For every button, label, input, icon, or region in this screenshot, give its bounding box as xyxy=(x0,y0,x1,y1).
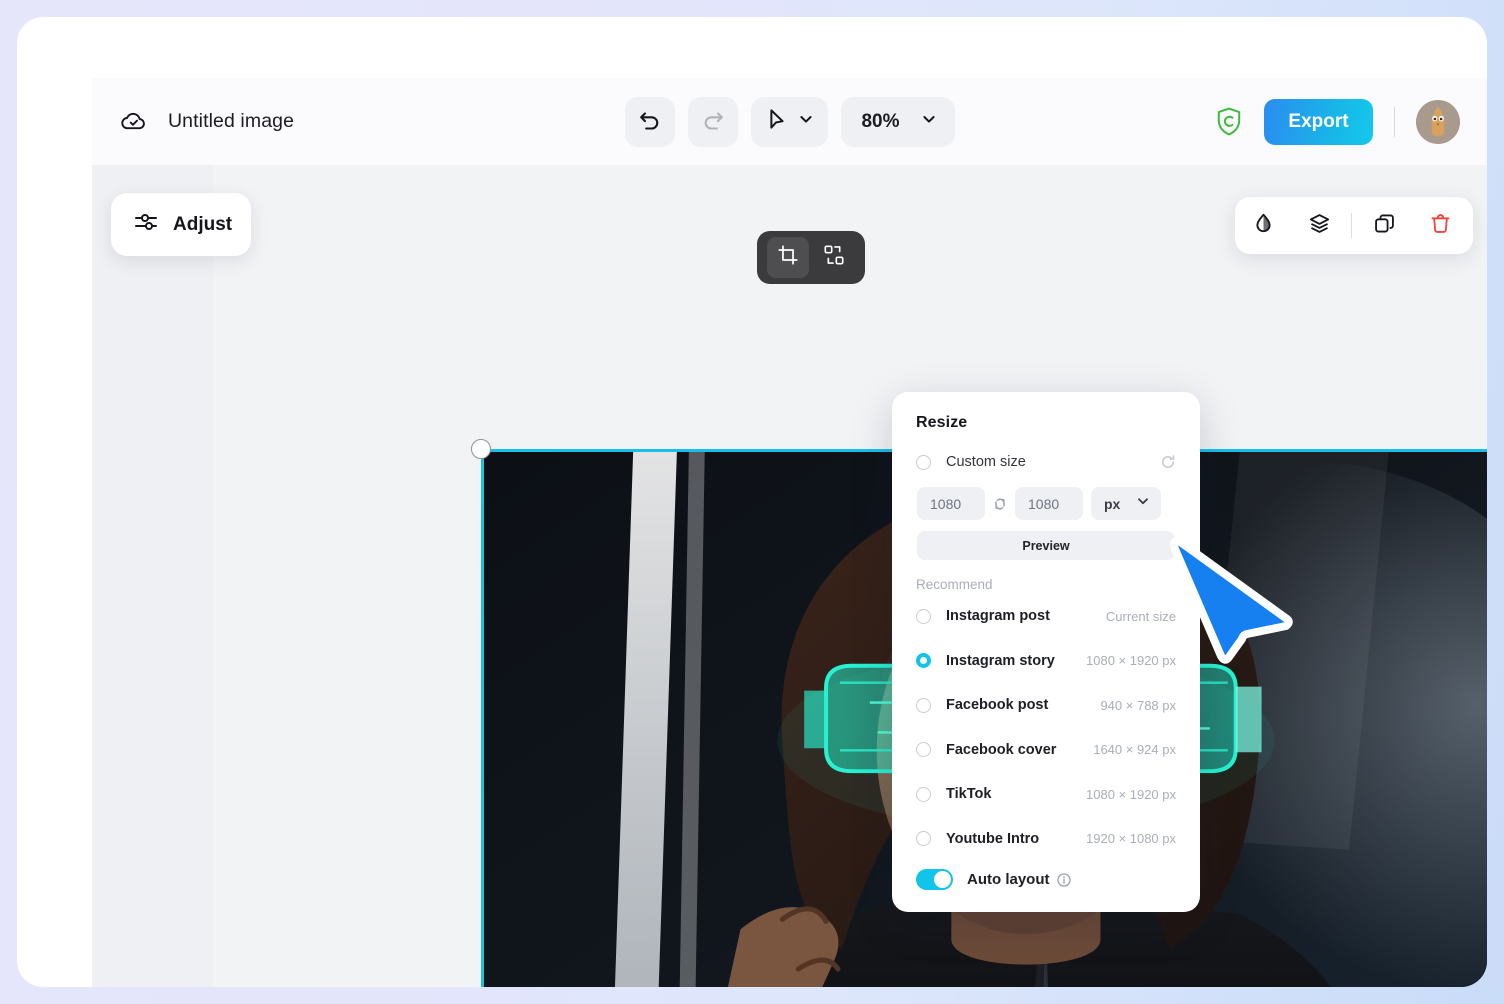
cursor-arrow-icon xyxy=(763,106,789,137)
trash-delete-icon xyxy=(1429,212,1452,240)
pointer-cursor xyxy=(1165,533,1297,665)
delete-button[interactable] xyxy=(1412,197,1468,254)
preset-radio[interactable] xyxy=(916,697,931,713)
reset-icon[interactable] xyxy=(1160,454,1176,470)
height-input[interactable] xyxy=(1015,487,1083,520)
custom-size-radio[interactable] xyxy=(916,454,931,470)
width-input[interactable] xyxy=(917,487,985,520)
unit-dropdown[interactable]: px xyxy=(1091,487,1161,520)
export-button[interactable]: Export xyxy=(1264,98,1373,145)
adjust-button[interactable]: Adjust xyxy=(111,193,251,256)
undo-icon xyxy=(636,106,662,137)
preset-value: 1080 × 1920 px xyxy=(1086,786,1176,802)
left-rail xyxy=(92,165,213,987)
preset-label: Instagram post xyxy=(946,608,1050,625)
object-toolbar xyxy=(1235,197,1473,254)
unit-value: px xyxy=(1104,495,1121,512)
preset-label: Instagram story xyxy=(946,652,1055,669)
document-title[interactable]: Untitled image xyxy=(168,110,294,133)
redo-icon xyxy=(699,106,725,137)
duplicate-icon xyxy=(1373,212,1396,240)
preview-button[interactable]: Preview xyxy=(917,531,1175,560)
preset-row-facebook-cover[interactable]: Facebook cover 1640 × 924 px xyxy=(916,728,1176,773)
duplicate-button[interactable] xyxy=(1356,197,1412,254)
preset-radio[interactable] xyxy=(916,742,931,758)
header-right-group: Export xyxy=(1216,98,1460,145)
resize-tool-button[interactable] xyxy=(813,237,855,278)
chevron-down-icon xyxy=(796,110,814,133)
chevron-down-icon xyxy=(1135,493,1151,514)
preset-value: 1640 × 924 px xyxy=(1093,742,1176,758)
link-dimensions-icon[interactable] xyxy=(993,495,1007,513)
preset-row-youtube-intro[interactable]: Youtube Intro 1920 × 1080 px xyxy=(916,817,1176,862)
resize-swap-icon xyxy=(823,244,845,271)
preset-row-instagram-post[interactable]: Instagram post Current size xyxy=(916,594,1176,639)
opacity-droplet-icon xyxy=(1252,212,1275,240)
preset-radio[interactable] xyxy=(916,831,931,847)
preset-value: 1080 × 1920 px xyxy=(1086,653,1176,669)
auto-layout-toggle[interactable] xyxy=(916,869,953,890)
center-toolbar: 80% xyxy=(624,96,955,147)
zoom-level-dropdown[interactable]: 80% xyxy=(840,96,955,147)
preset-row-tiktok[interactable]: TikTok 1080 × 1920 px xyxy=(916,772,1176,817)
recommend-list: Instagram post Current size Instagram st… xyxy=(916,594,1176,861)
toolbar-divider xyxy=(1351,213,1352,238)
preset-radio[interactable] xyxy=(916,653,931,669)
header-divider xyxy=(1394,106,1395,137)
preset-value: 940 × 788 px xyxy=(1100,697,1176,713)
resize-panel: Resize Custom size 1080 1080 px Preview … xyxy=(892,392,1200,912)
undo-button[interactable] xyxy=(624,96,675,147)
adjust-label: Adjust xyxy=(173,213,233,235)
preset-value: 1920 × 1080 px xyxy=(1086,831,1176,847)
sliders-icon xyxy=(133,209,159,240)
preset-label: Facebook post xyxy=(946,697,1049,714)
custom-size-label: Custom size xyxy=(946,454,1026,470)
resize-handle-top-left[interactable] xyxy=(471,439,491,459)
custom-size-row[interactable]: Custom size xyxy=(916,445,1176,479)
crop-tool-button[interactable] xyxy=(767,237,809,278)
preset-row-instagram-story[interactable]: Instagram story 1080 × 1920 px xyxy=(916,639,1176,684)
resize-panel-title: Resize xyxy=(916,414,968,431)
crop-toolbar xyxy=(757,231,865,284)
layers-icon xyxy=(1308,212,1331,240)
cursor-tool-dropdown[interactable] xyxy=(750,96,828,147)
zoom-level-value: 80% xyxy=(861,110,900,132)
preset-label: Youtube Intro xyxy=(946,830,1040,847)
size-inputs-row: px xyxy=(916,487,1176,520)
auto-layout-row[interactable]: Auto layout xyxy=(916,869,1071,890)
cloud-check-icon xyxy=(119,107,149,137)
shield-c-icon[interactable] xyxy=(1216,107,1242,136)
info-icon[interactable] xyxy=(1056,872,1071,887)
app-window: Untitled image 80% Export Adjust Resize … xyxy=(17,17,1487,987)
preset-radio[interactable] xyxy=(916,608,931,624)
chevron-down-icon xyxy=(920,110,938,133)
opacity-button[interactable] xyxy=(1235,197,1291,254)
crop-icon xyxy=(777,244,799,271)
brand-area: Untitled image xyxy=(92,107,294,137)
redo-button[interactable] xyxy=(687,96,738,147)
recommend-label: Recommend xyxy=(916,577,993,592)
avatar[interactable] xyxy=(1416,99,1460,144)
layers-button[interactable] xyxy=(1291,197,1347,254)
preset-label: Facebook cover xyxy=(946,741,1057,758)
preset-row-facebook-post[interactable]: Facebook post 940 × 788 px xyxy=(916,683,1176,728)
preset-label: TikTok xyxy=(946,786,992,803)
preset-radio[interactable] xyxy=(916,786,931,802)
auto-layout-label: Auto layout xyxy=(967,871,1050,888)
app-header: Untitled image 80% Export xyxy=(92,78,1487,165)
